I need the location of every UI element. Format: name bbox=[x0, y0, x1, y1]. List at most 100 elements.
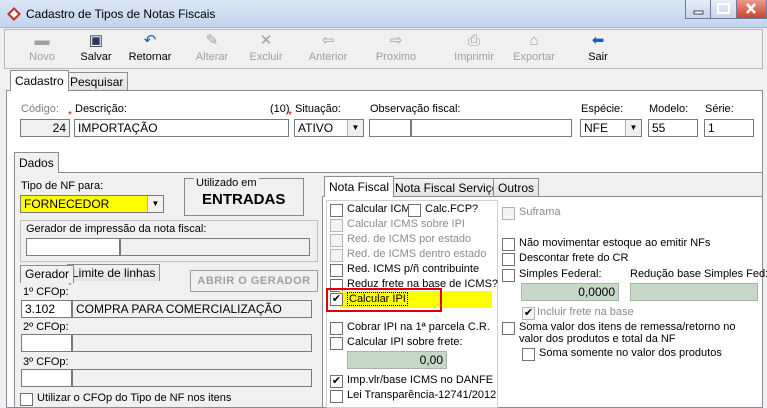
codigo-field[interactable]: 24 bbox=[20, 119, 70, 137]
modelo-field[interactable]: 55 bbox=[648, 119, 698, 137]
cobrar-ipi-label: Cobrar IPI na 1ª parcela C.R. bbox=[347, 321, 490, 333]
tab-pesquisar[interactable]: Pesquisar bbox=[65, 72, 129, 90]
descontar-frete-label: Descontar frete do CR bbox=[519, 252, 629, 264]
soma-valor-label: Soma valor dos itens de remessa/retorno … bbox=[519, 321, 736, 345]
red-icms-dentro-label: Red. de ICMS dentro estado bbox=[347, 248, 487, 260]
previous-button[interactable]: ⇦ Anterior bbox=[300, 30, 356, 68]
utilizar-cfop-checkbox[interactable] bbox=[20, 393, 33, 406]
arrow-left-icon: ⇦ bbox=[321, 32, 335, 49]
chevron-down-icon: ▼ bbox=[147, 196, 163, 212]
calcular-ipi-checkbox[interactable]: ✔ bbox=[330, 293, 343, 306]
close-button[interactable] bbox=[737, 0, 767, 19]
app-icon bbox=[7, 7, 21, 21]
ipi-frete-field[interactable]: 0,00 bbox=[347, 351, 447, 369]
tab-gerador[interactable]: Gerador bbox=[20, 265, 75, 283]
red-icms-estado-checkbox[interactable] bbox=[330, 234, 343, 247]
reducao-base-label: Redução base Simples Fed: bbox=[630, 268, 767, 280]
utilizado-label: Utilizado em bbox=[194, 177, 259, 189]
modelo-label: Modelo: bbox=[649, 103, 689, 115]
maximize-icon bbox=[717, 3, 730, 14]
calc-fcp-checkbox[interactable] bbox=[408, 204, 421, 217]
print-button[interactable]: ⎙ Imprimir bbox=[446, 30, 502, 68]
export-button[interactable]: ⌂ Exportar bbox=[506, 30, 562, 68]
gerador-desc-field[interactable] bbox=[120, 238, 310, 256]
edit-icon: ✎ bbox=[205, 32, 219, 49]
red-icms-estado-label: Red. de ICMS por estado bbox=[347, 233, 472, 245]
cfop3-code-field[interactable] bbox=[21, 369, 72, 387]
incluir-frete-label: Incluir frete na base bbox=[537, 306, 634, 318]
tab-cadastro[interactable]: Cadastro bbox=[10, 70, 69, 91]
next-button[interactable]: ⇨ Proximo bbox=[368, 30, 424, 68]
calcular-icms-checkbox[interactable] bbox=[330, 204, 343, 217]
descontar-frete-checkbox[interactable] bbox=[502, 253, 515, 266]
calcular-ipi-label: Calcular IPI bbox=[347, 292, 408, 306]
incluir-frete-checkbox[interactable]: ✔ bbox=[522, 307, 535, 320]
cfop3-desc-field[interactable] bbox=[72, 369, 312, 387]
chevron-down-icon: ▼ bbox=[347, 120, 363, 136]
delete-icon: ✕ bbox=[259, 32, 273, 49]
simples-federal-label: Simples Federal: bbox=[519, 268, 602, 280]
suframa-checkbox[interactable] bbox=[502, 207, 515, 220]
save-icon: ▣ bbox=[88, 32, 104, 49]
lei-transparencia-label: Lei Transparência-12741/2012 bbox=[347, 389, 497, 401]
gerador-label: Gerador de impressão da nota fiscal: bbox=[26, 223, 207, 235]
cfop2-code-field[interactable] bbox=[21, 334, 72, 352]
descricao-field[interactable]: IMPORTAÇÃO bbox=[74, 119, 289, 137]
red-icms-nao-contrib-label: Red. ICMS p/ñ contribuinte bbox=[347, 263, 480, 275]
abrir-gerador-button[interactable]: ABRIR O GERADOR bbox=[190, 270, 318, 292]
exit-icon: ⬅ bbox=[591, 32, 605, 49]
serie-field[interactable]: 1 bbox=[704, 119, 754, 137]
lei-transparencia-checkbox[interactable] bbox=[330, 390, 343, 403]
nao-movimentar-checkbox[interactable] bbox=[502, 238, 515, 251]
observacao-desc-field[interactable] bbox=[411, 119, 572, 137]
delete-button[interactable]: ✕ Excluir bbox=[244, 30, 288, 68]
simples-federal-checkbox[interactable] bbox=[502, 269, 515, 282]
exit-button[interactable]: ⬅ Sair bbox=[578, 30, 618, 68]
calcular-icms-ipi-checkbox[interactable] bbox=[330, 219, 343, 232]
gerador-code-field[interactable] bbox=[26, 238, 120, 256]
suframa-label: Suframa bbox=[519, 206, 561, 218]
calcular-icms-ipi-label: Calcular ICMS sobre IPI bbox=[347, 218, 465, 230]
tab-dados[interactable]: Dados bbox=[14, 152, 59, 173]
imp-vlr-checkbox[interactable]: ✔ bbox=[330, 375, 343, 388]
especie-select[interactable]: NFE ▼ bbox=[580, 119, 642, 137]
maximize-button[interactable] bbox=[711, 0, 737, 19]
tab-outros[interactable]: Outros bbox=[493, 178, 540, 196]
cfop1-label: 1º CFOp: bbox=[23, 286, 69, 298]
descricao-counter: (10) bbox=[270, 103, 290, 115]
soma-valor-checkbox[interactable] bbox=[502, 322, 515, 335]
tab-limite-linhas[interactable]: Limite de linhas bbox=[67, 264, 161, 281]
cobrar-ipi-checkbox[interactable] bbox=[330, 322, 343, 335]
nao-movimentar-label: Não movimentar estoque ao emitir NFs bbox=[519, 237, 711, 249]
simples-federal-field[interactable]: 0,0000 bbox=[521, 283, 619, 301]
tipo-nf-value: FORNECEDOR bbox=[24, 197, 110, 211]
new-button[interactable]: ▬ Novo bbox=[20, 30, 64, 68]
situacao-select[interactable]: ATIVO ▼ bbox=[294, 119, 364, 137]
undo-button[interactable]: ↶ Retornar bbox=[124, 30, 176, 68]
cfop1-code-field[interactable]: 3.102 bbox=[21, 300, 72, 318]
calcular-ipi-frete-checkbox[interactable] bbox=[330, 337, 343, 350]
utilizar-cfop-label: Utilizar o CFOp do Tipo de NF nos itens bbox=[37, 392, 232, 404]
cfop2-label: 2º CFOp: bbox=[23, 321, 69, 333]
save-button[interactable]: ▣ Salvar bbox=[74, 30, 118, 68]
red-icms-dentro-checkbox[interactable] bbox=[330, 249, 343, 262]
tab-nota-fiscal[interactable]: Nota Fiscal bbox=[324, 176, 395, 197]
print-icon: ⎙ bbox=[467, 32, 480, 49]
export-icon: ⌂ bbox=[529, 32, 539, 49]
tab-nota-fiscal-servico[interactable]: Nota Fiscal Serviço bbox=[390, 178, 504, 196]
undo-icon: ↶ bbox=[143, 32, 157, 49]
tipo-nf-select[interactable]: FORNECEDOR ▼ bbox=[20, 195, 164, 213]
red-icms-nao-contrib-checkbox[interactable] bbox=[330, 264, 343, 277]
arrow-right-icon: ⇨ bbox=[389, 32, 403, 49]
observacao-code-field[interactable] bbox=[369, 119, 411, 137]
minimize-button[interactable] bbox=[685, 0, 711, 19]
calc-fcp-label: Calc.FCP? bbox=[425, 203, 479, 215]
edit-button[interactable]: ✎ Alterar bbox=[190, 30, 234, 68]
reducao-base-field[interactable] bbox=[630, 283, 758, 301]
window-title: Cadastro de Tipos de Notas Fiscais bbox=[26, 7, 216, 21]
cfop2-desc-field[interactable] bbox=[72, 334, 312, 352]
soma-somente-checkbox[interactable] bbox=[522, 348, 535, 361]
required-marker: * bbox=[68, 110, 72, 121]
chevron-down-icon: ▼ bbox=[625, 120, 641, 136]
cfop1-desc-field[interactable]: COMPRA PARA COMERCIALIZAÇÃO bbox=[72, 300, 312, 318]
